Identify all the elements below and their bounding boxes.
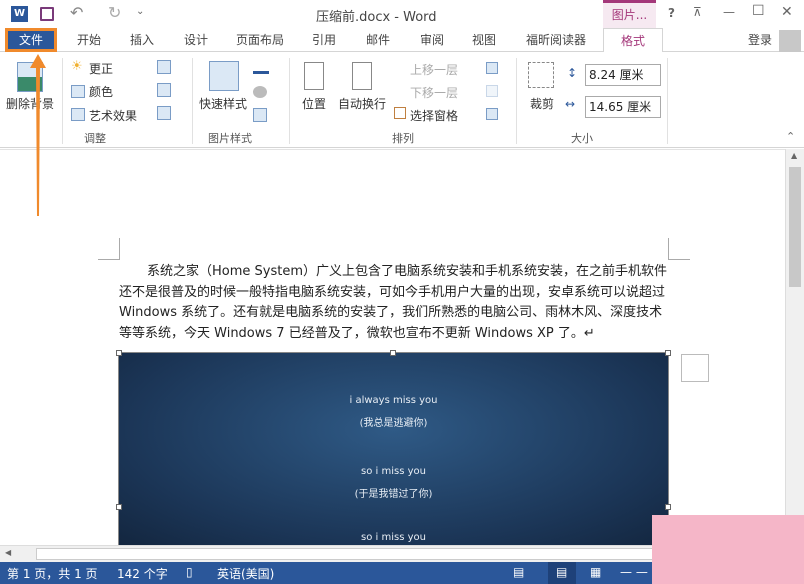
image-text: (我总是逃避你) [359,418,428,429]
ribbon-display-button[interactable]: ⊼ [693,5,702,19]
quick-styles-button[interactable]: 快速样式 [199,95,247,112]
tab-references[interactable]: 引用 [302,28,346,52]
redo-icon[interactable]: ↻ [108,3,121,22]
scroll-thumb[interactable] [789,167,801,287]
body-paragraph[interactable]: 系统之家（Home System）广义上包含了电脑系统安装和手机系统安装，在之前… [119,262,671,344]
resize-handle[interactable] [116,504,122,510]
crop-icon [528,62,554,88]
picture-border-icon[interactable] [253,62,269,74]
page-corner-mark [668,238,690,260]
tab-foxit[interactable]: 福昕阅读器 [518,28,594,52]
compress-pictures-icon[interactable] [157,60,171,74]
arrange-group-label: 排列 [392,132,414,145]
crop-button[interactable]: 裁剪 [530,95,554,112]
quick-styles-icon [209,61,239,91]
wrap-text-icon [352,62,372,90]
tab-home[interactable]: 开始 [65,28,113,52]
selection-pane-icon [394,107,406,119]
rotate-icon[interactable] [486,108,498,120]
customize-qat-icon[interactable]: ⌄ [136,6,144,17]
resize-handle[interactable] [116,350,122,356]
help-button[interactable]: ? [668,6,675,20]
position-button[interactable]: 位置 [302,95,326,112]
height-icon: ↕ [567,66,578,80]
height-input[interactable]: 8.24 厘米 [585,64,661,86]
page-corner-mark [98,238,120,260]
selected-picture[interactable]: i always miss you (我总是逃避你) so i miss you… [116,350,671,546]
picture-layout-icon[interactable] [253,108,267,122]
layout-options-icon[interactable] [681,354,709,382]
tab-view[interactable]: 视图 [462,28,506,52]
word-logo-icon: W [11,6,28,22]
position-icon [304,62,324,90]
tab-design[interactable]: 设计 [172,28,220,52]
sign-in-link[interactable]: 登录 [744,28,776,52]
corrections-button[interactable]: 更正 [89,60,113,77]
title-bar: W ↶ ↻ ⌄ 压缩前.docx - Word 图片... ? ⊼ — ☐ ✕ [0,0,804,28]
corrections-icon: ☀ [71,59,83,74]
page-count[interactable]: 第 1 页，共 1 页 [7,565,98,582]
scroll-thumb[interactable] [36,548,656,560]
tab-review[interactable]: 审阅 [410,28,454,52]
scroll-left-icon[interactable]: ◀ [5,548,11,557]
undo-icon[interactable]: ↶ [70,3,83,22]
tab-insert[interactable]: 插入 [118,28,166,52]
save-icon[interactable] [40,7,54,21]
artistic-effects-icon [71,108,85,121]
tab-layout[interactable]: 页面布局 [230,28,290,52]
selection-pane-button[interactable]: 选择窗格 [410,107,458,124]
width-icon: ↔ [565,97,576,111]
color-icon [71,85,85,98]
wrap-text-button[interactable]: 自动换行 [338,95,386,112]
reset-picture-icon[interactable] [157,106,171,120]
tab-format[interactable]: 格式 [603,28,663,53]
picture-tools-context-tab: 图片... [603,0,656,28]
print-layout-icon[interactable]: ▤ [548,562,576,584]
image-text: i always miss you [349,395,438,406]
window-title: 压缩前.docx - Word [316,10,437,25]
tab-mailings[interactable]: 邮件 [356,28,400,52]
picture-styles-group-label: 图片样式 [208,132,252,145]
width-input[interactable]: 14.65 厘米 [585,96,661,118]
image-text: so i miss you [361,532,426,543]
word-count[interactable]: 142 个字 [117,565,168,582]
close-button[interactable]: ✕ [781,4,793,20]
group-icon[interactable] [486,85,498,97]
resize-handle[interactable] [665,504,671,510]
send-backward-button[interactable]: 下移一层 [410,84,458,101]
picture-effects-icon[interactable] [253,86,267,98]
vertical-scrollbar[interactable]: ▲ [785,149,804,545]
resize-handle[interactable] [390,350,396,356]
align-icon[interactable] [486,62,498,74]
maximize-button[interactable]: ☐ [752,3,765,19]
artistic-effects-button[interactable]: 艺术效果 [89,107,137,124]
proofing-icon[interactable]: ▯ [186,565,193,579]
annotation-arrow [30,54,46,216]
read-mode-icon[interactable]: ▤ [513,565,524,579]
ribbon: 删除背景 ☀ 更正 颜色 艺术效果 调整 快速样式 图片样式 位置 自动换行 上… [0,52,804,148]
tab-file[interactable]: 文件 [5,28,57,52]
language[interactable]: 英语(美国) [217,565,274,582]
image-text: so i miss you [361,466,426,477]
size-group-label: 大小 [571,132,593,145]
resize-handle[interactable] [665,350,671,356]
zoom-slider[interactable]: — — [620,565,648,579]
change-picture-icon[interactable] [157,83,171,97]
minimize-button[interactable]: — [723,5,735,19]
collapse-ribbon-icon[interactable]: ⌃ [786,130,795,143]
color-button[interactable]: 颜色 [89,83,113,100]
image-text: (于是我错过了你) [354,489,433,500]
adjust-group-label: 调整 [84,132,106,145]
ribbon-tabs: 文件 开始 插入 设计 页面布局 引用 邮件 审阅 视图 福昕阅读器 格式 登录 [0,28,804,53]
web-layout-icon[interactable]: ▦ [590,565,601,579]
bring-forward-button[interactable]: 上移一层 [410,61,458,78]
avatar[interactable] [779,30,801,52]
watermark [652,515,804,584]
scroll-up-icon[interactable]: ▲ [791,151,797,160]
